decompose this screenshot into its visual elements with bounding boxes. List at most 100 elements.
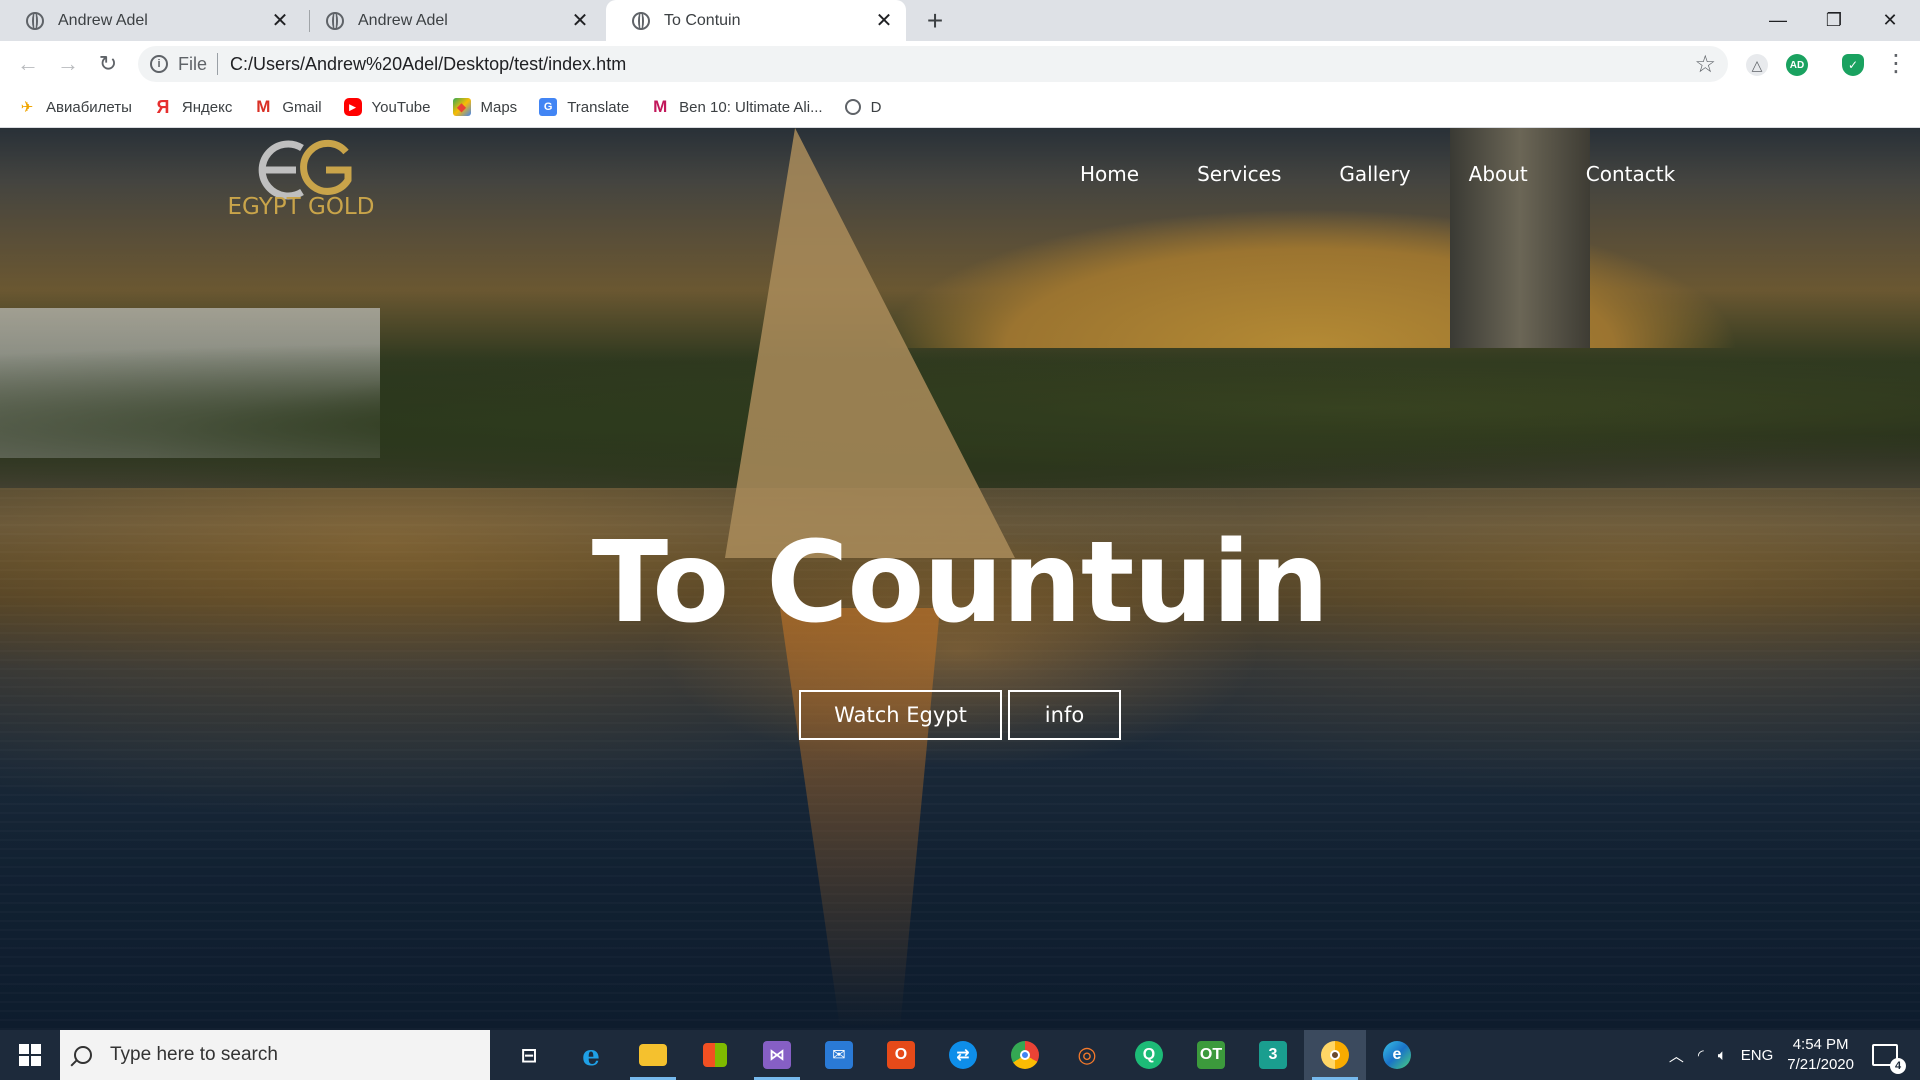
plane-icon: ✈ [20,99,34,116]
tab-title: Andrew Adel [358,11,448,29]
app-ot-button[interactable]: OT [1180,1030,1242,1080]
back-button[interactable]: ← [12,48,44,80]
task-view-button[interactable]: ⊟ [498,1030,560,1080]
bookmark-label: Gmail [282,98,322,116]
restore-button[interactable]: ❐ [1806,0,1862,41]
bookmark-translate[interactable]: G Translate [539,98,629,116]
tab-1[interactable]: Andrew Adel ✕ [0,0,302,41]
tab-title: Andrew Adel [58,11,148,29]
tab-title: To Contuin [664,11,741,29]
bookmark-label: Maps [480,98,518,116]
eg-logo-icon [258,139,352,200]
chrome-icon [1011,1041,1039,1069]
search-icon [74,1046,92,1064]
close-tab-icon[interactable]: ✕ [266,7,294,35]
volume-icon[interactable]: 🔈︎ [1718,1047,1727,1064]
search-placeholder: Type here to search [110,1044,278,1065]
app-3-button[interactable]: 3 [1242,1030,1304,1080]
store-button[interactable] [684,1030,746,1080]
bookmark-gmail[interactable]: M Gmail [254,97,322,116]
edge-button[interactable]: e [1366,1030,1428,1080]
youtube-icon: ▶ [343,98,362,116]
app-q-button[interactable]: Q [1118,1030,1180,1080]
chrome-canary-icon [1321,1041,1349,1069]
bookmark-d[interactable]: D [844,99,881,116]
logo-text: EGYPT GOLD [227,194,375,220]
internet-explorer-button[interactable]: e [560,1030,622,1080]
close-window-button[interactable]: ✕ [1862,0,1918,41]
globe-icon [26,11,44,30]
task-view-icon: ⊟ [520,1044,538,1067]
gmail-icon: M [256,97,271,116]
office-button[interactable]: O [870,1030,932,1080]
bookmark-youtube[interactable]: ▶ YouTube [343,98,431,116]
visual-studio-button[interactable]: ⋈ [746,1030,808,1080]
taskbar: Type here to search ⊟ e ⋈ ✉ O ⇄ ◎ Q OT 3… [0,1030,1920,1080]
bookmark-label: Translate [567,98,630,116]
store-icon [703,1043,727,1067]
bookmark-yandex[interactable]: Я Яндекс [154,97,232,117]
shield-icon[interactable]: ✓ [1842,54,1864,76]
maps-icon: ◆ [452,98,471,116]
clock[interactable]: 4:54 PM 7/21/2020 [1787,1035,1854,1075]
tab-2[interactable]: Andrew Adel ✕ [300,0,602,41]
browser-toolbar: ← → ↻ i File C:/Users/Andrew%20Adel/Desk… [0,41,1920,87]
bookmark-star-icon[interactable]: ☆ [1694,50,1716,79]
tab-3-active[interactable]: To Contuin ✕ [606,0,906,41]
start-button[interactable] [0,1030,60,1080]
hero-background: EGYPT GOLD Home Services Gallery About C… [0,128,1920,1030]
globe-icon [632,11,650,30]
hero-buttons: Watch Egypt info [799,690,1127,740]
mail-icon: ✉ [825,1041,853,1069]
notification-count: 4 [1890,1058,1906,1074]
internet-explorer-icon: e [582,1038,600,1072]
bookmark-aviabilety[interactable]: ✈ Авиабилеты [18,98,132,117]
drive-icon[interactable]: △ [1746,54,1768,76]
site-logo[interactable]: EGYPT GOLD [216,136,386,226]
mail-button[interactable]: ✉ [808,1030,870,1080]
address-bar[interactable]: i File C:/Users/Andrew%20Adel/Desktop/te… [138,46,1728,82]
reload-button[interactable]: ↻ [92,48,124,80]
watch-egypt-button[interactable]: Watch Egypt [799,690,1002,740]
bookmark-label: Авиабилеты [46,98,132,116]
office-icon: O [887,1041,915,1069]
translate-icon: G [539,98,558,116]
app-q-icon: Q [1135,1041,1163,1069]
chrome-canary-button[interactable] [1304,1030,1366,1080]
site-nav: Home Services Gallery About Contactk [1080,162,1733,192]
profile-avatar[interactable]: AD [1786,54,1808,76]
info-button[interactable]: info [1008,690,1121,740]
screen: Andrew Adel ✕ Andrew Adel ✕ To Contuin ✕… [0,0,1920,1080]
nav-gallery[interactable]: Gallery [1339,162,1410,192]
ben10-icon: M [653,97,668,116]
close-tab-icon[interactable]: ✕ [870,7,898,35]
bookmark-ben10[interactable]: M Ben 10: Ultimate Ali... [651,97,823,116]
close-tab-icon[interactable]: ✕ [566,7,594,35]
info-icon[interactable]: i [150,55,168,73]
new-tab-button[interactable]: + [918,4,952,38]
windows-icon [19,1044,41,1066]
bookmarks-bar: ✈ Авиабилеты Я Яндекс M Gmail ▶ YouTube … [0,87,1920,128]
nav-services[interactable]: Services [1197,162,1281,192]
chrome-button[interactable] [994,1030,1056,1080]
language-indicator[interactable]: ENG [1741,1047,1774,1064]
clock-time: 4:54 PM [1792,1036,1849,1053]
file-explorer-button[interactable] [622,1030,684,1080]
address-url[interactable]: C:/Users/Andrew%20Adel/Desktop/test/inde… [230,54,626,75]
notifications-icon[interactable]: 4 [1872,1044,1906,1074]
show-hidden-icons-icon[interactable]: ︿ [1669,1045,1684,1066]
blender-button[interactable]: ◎ [1056,1030,1118,1080]
felucca-sail-image [724,128,1046,558]
nav-home[interactable]: Home [1080,162,1139,192]
taskbar-search[interactable]: Type here to search [60,1030,490,1080]
address-scheme: File [178,53,208,74]
teamviewer-button[interactable]: ⇄ [932,1030,994,1080]
bookmark-maps[interactable]: ◆ Maps [452,98,518,116]
nav-about[interactable]: About [1469,162,1528,192]
forward-button[interactable]: → [52,48,84,80]
menu-icon[interactable]: ⋮ [1884,49,1908,79]
nav-contact[interactable]: Contactk [1586,162,1675,192]
wifi-icon[interactable]: ◜ [1698,1046,1704,1064]
taskbar-apps: ⊟ e ⋈ ✉ O ⇄ ◎ Q OT 3 e [498,1030,1428,1080]
minimize-button[interactable]: — [1750,0,1806,41]
